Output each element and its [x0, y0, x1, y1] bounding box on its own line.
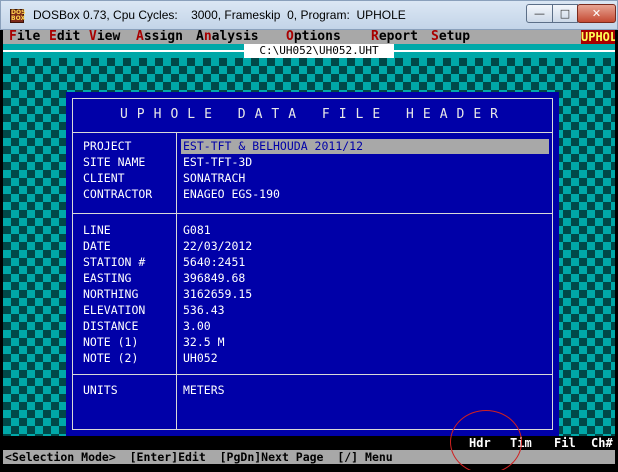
dos-screen: File Edit View Assign Analysis Options R… — [3, 30, 615, 470]
field-value-note-2[interactable]: UH052 — [183, 351, 218, 366]
menu-view[interactable]: View — [89, 30, 120, 44]
menu-options[interactable]: Options — [286, 30, 341, 44]
key-hints: <Selection Mode> [Enter]Edit [PgDn]Next … — [3, 450, 615, 464]
annotation-circle — [450, 410, 522, 470]
minimize-button[interactable]: — — [526, 4, 553, 23]
menu-report[interactable]: Report — [371, 30, 418, 44]
field-value-note-1[interactable]: 32.5 M — [183, 335, 225, 350]
file-bar-line-left — [3, 50, 244, 52]
dialog-frame: UPHOLE DATA FILE HEADER PROJECT EST-TFT … — [72, 98, 553, 430]
field-label-station: STATION # — [83, 255, 146, 269]
tab-fil[interactable]: Fil — [554, 436, 576, 450]
field-value-project[interactable]: EST-TFT & BELHOUDA 2011/12 — [181, 139, 549, 154]
field-value-station[interactable]: 5640:2451 — [183, 255, 245, 270]
field-value-elevation[interactable]: 536.43 — [183, 303, 225, 318]
menu-assign[interactable]: Assign — [136, 30, 183, 44]
divider — [73, 213, 552, 214]
menu-file[interactable]: File — [9, 30, 40, 44]
divider — [73, 374, 552, 375]
field-label-distance: DISTANCE — [83, 319, 139, 333]
window-title: DOSBox 0.73, Cpu Cycles: 3000, Frameskip… — [33, 8, 406, 22]
header-dialog: UPHOLE DATA FILE HEADER PROJECT EST-TFT … — [66, 92, 559, 436]
menu-analysis[interactable]: Analysis — [196, 30, 259, 44]
tab-ch[interactable]: Ch# — [591, 436, 613, 450]
divider — [73, 132, 552, 133]
field-label-contractor: CONTRACTOR — [83, 187, 153, 201]
status-area: Hdr Tim Fil Ch# <Selection Mode> [Enter]… — [3, 436, 615, 470]
field-label-site-name: SITE NAME — [83, 155, 146, 169]
field-value-northing[interactable]: 3162659.15 — [183, 287, 252, 302]
field-label-note-1: NOTE (1) — [83, 335, 139, 349]
field-value-contractor[interactable]: ENAGEO EGS-190 — [183, 187, 280, 202]
dialog-title: UPHOLE DATA FILE HEADER — [119, 107, 507, 122]
field-label-project: PROJECT — [83, 139, 132, 153]
field-label-northing: NORTHING — [83, 287, 139, 301]
column-divider — [176, 132, 177, 430]
field-value-line[interactable]: G081 — [183, 223, 211, 238]
field-value-client[interactable]: SONATRACH — [183, 171, 245, 186]
field-label-easting: EASTING — [83, 271, 132, 285]
field-value-units[interactable]: METERS — [183, 383, 225, 398]
close-button[interactable]: ✕ — [577, 4, 616, 23]
maximize-button[interactable]: □ — [552, 4, 578, 23]
field-label-note-2: NOTE (2) — [83, 351, 139, 365]
menu-edit[interactable]: Edit — [49, 30, 80, 44]
field-label-date: DATE — [83, 239, 111, 253]
menu-bar: File Edit View Assign Analysis Options R… — [3, 30, 615, 44]
file-bar-line-right — [394, 50, 615, 52]
field-label-line: LINE — [83, 223, 111, 237]
file-path-bar: C:\UH052\UH052.UHT — [3, 44, 615, 58]
field-label-client: CLIENT — [83, 171, 125, 185]
menu-setup[interactable]: Setup — [431, 30, 470, 44]
field-label-elevation: ELEVATION — [83, 303, 146, 317]
field-value-distance[interactable]: 3.00 — [183, 319, 211, 334]
field-value-date[interactable]: 22/03/2012 — [183, 239, 252, 254]
file-path: C:\UH052\UH052.UHT — [244, 44, 394, 58]
window-title-bar: DOS BOX DOSBox 0.73, Cpu Cycles: 3000, Fr… — [0, 0, 618, 30]
field-label-units: UNITS — [83, 383, 118, 397]
field-value-site-name[interactable]: EST-TFT-3D — [183, 155, 252, 170]
dosbox-app-icon: DOS BOX — [10, 9, 26, 23]
uphole-logo: UPHOLE — [581, 30, 615, 44]
field-value-easting[interactable]: 396849.68 — [183, 271, 245, 286]
